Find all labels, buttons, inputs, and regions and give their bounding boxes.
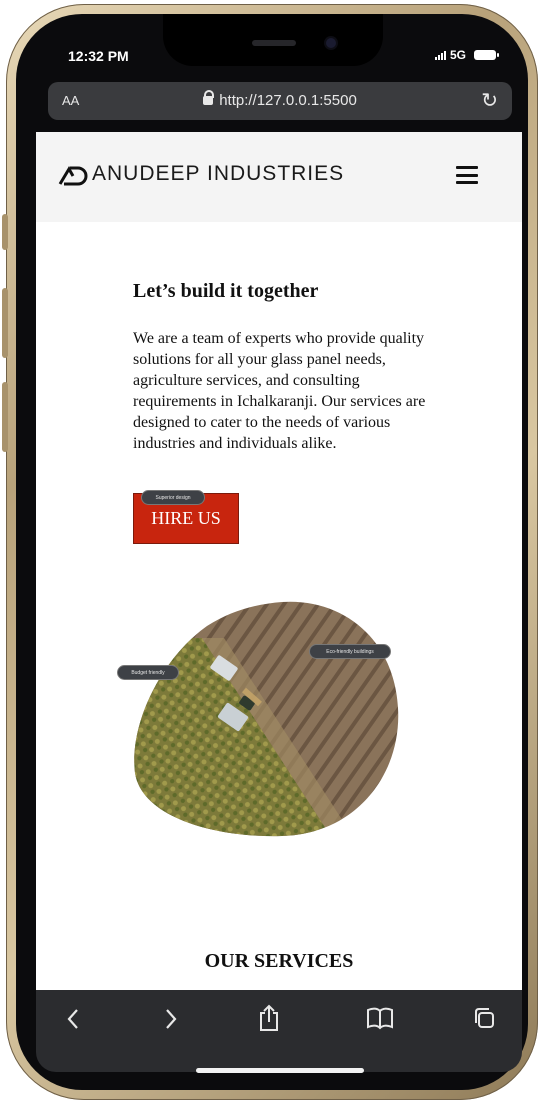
status-time: 12:32 PM xyxy=(68,48,129,64)
mute-switch xyxy=(2,214,8,250)
image-tag: Superior design xyxy=(141,490,205,505)
battery-icon xyxy=(474,50,499,60)
url-field[interactable]: http://127.0.0.1:5500 xyxy=(48,90,512,109)
volume-up-button xyxy=(2,288,8,358)
browser-toolbar xyxy=(36,990,522,1052)
volume-down-button xyxy=(2,382,8,452)
speaker xyxy=(252,40,296,46)
services-heading: OUR SERVICES xyxy=(204,950,354,972)
address-bar[interactable]: AA http://127.0.0.1:5500 ↻ xyxy=(48,82,512,120)
image-tag: Budget friendly xyxy=(117,665,179,680)
chevron-left-icon[interactable] xyxy=(66,1008,80,1036)
camera xyxy=(326,38,336,48)
book-icon[interactable] xyxy=(366,1006,394,1036)
hero-description: We are a team of experts who provide qua… xyxy=(133,330,426,452)
home-indicator[interactable] xyxy=(196,1068,364,1073)
url-text: http://127.0.0.1:5500 xyxy=(219,92,357,109)
hamburger-icon[interactable] xyxy=(456,166,478,184)
farm-field-image xyxy=(134,601,399,837)
reload-icon[interactable]: ↻ xyxy=(481,88,498,113)
lock-icon xyxy=(203,90,215,105)
chevron-right-icon[interactable] xyxy=(164,1008,178,1036)
brand-name[interactable]: ANUDEEP INDUSTRIES xyxy=(92,162,344,186)
network-type: 5G xyxy=(449,48,466,62)
signal-icon xyxy=(434,50,446,60)
tabs-icon[interactable] xyxy=(472,1006,496,1036)
brand-logo-icon xyxy=(58,166,88,186)
web-viewport[interactable]: ANUDEEP INDUSTRIES Let’s build it togeth… xyxy=(36,132,522,990)
site-header: ANUDEEP INDUSTRIES xyxy=(36,132,522,222)
image-tag: Eco-friendly buildings xyxy=(309,644,391,659)
hero-title: Let’s build it together xyxy=(133,280,319,302)
status-indicators: 5G xyxy=(434,48,499,62)
share-icon[interactable] xyxy=(258,1004,280,1038)
